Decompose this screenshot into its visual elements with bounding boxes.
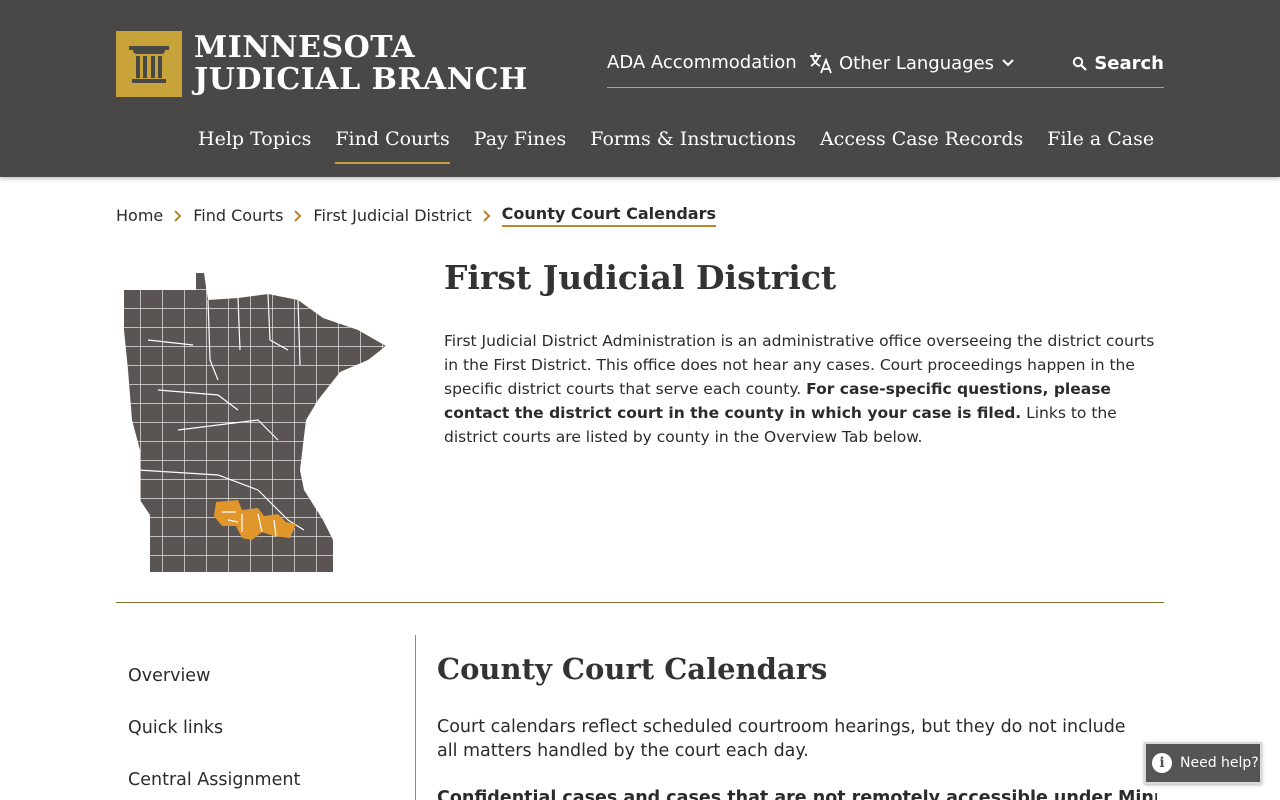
breadcrumb-first-judicial-district[interactable]: First Judicial District <box>313 206 471 225</box>
side-nav-quick-links[interactable]: Quick links <box>128 718 223 738</box>
search-label: Search <box>1094 53 1164 74</box>
utility-bar: ADA Accommodation Other Languages Search <box>607 50 1164 88</box>
nav-find-courts[interactable]: Find Courts <box>335 126 449 164</box>
district-map <box>118 270 398 575</box>
need-help-label: Need help? <box>1180 755 1259 771</box>
logo-line-2: JUDICIAL BRANCH <box>194 64 528 96</box>
chevron-right-icon <box>293 209 303 223</box>
district-title: First Judicial District <box>444 258 836 297</box>
other-languages-label: Other Languages <box>839 53 994 74</box>
side-nav-central-assignment[interactable]: Central Assignment <box>128 770 300 790</box>
info-icon: i <box>1152 753 1172 773</box>
section-bold-notice: Confidential cases and cases that are no… <box>437 786 1157 800</box>
ada-accommodation-link[interactable]: ADA Accommodation <box>607 52 797 73</box>
courthouse-logo-icon <box>116 31 182 97</box>
chevron-right-icon <box>173 209 183 223</box>
minnesota-map-image <box>118 270 398 575</box>
search-button[interactable]: Search <box>1072 53 1164 74</box>
search-icon <box>1072 56 1088 72</box>
section-description: Court calendars reflect scheduled courtr… <box>437 715 1137 763</box>
breadcrumb-current-page: County Court Calendars <box>502 204 716 227</box>
logo-line-1: MINNESOTA <box>194 32 528 64</box>
nav-help-topics[interactable]: Help Topics <box>198 126 311 164</box>
logo-wordmark: MINNESOTA JUDICIAL BRANCH <box>194 32 528 96</box>
chevron-right-icon <box>482 209 492 223</box>
side-navigation: Overview Quick links Central Assignment <box>116 635 416 800</box>
main-navigation: Help Topics Find Courts Pay Fines Forms … <box>198 126 1178 164</box>
translate-icon <box>809 52 833 74</box>
nav-pay-fines[interactable]: Pay Fines <box>474 126 567 164</box>
chevron-down-icon <box>1000 57 1016 69</box>
section-divider <box>116 602 1164 603</box>
site-header: MINNESOTA JUDICIAL BRANCH ADA Accommodat… <box>0 0 1280 177</box>
nav-file-a-case[interactable]: File a Case <box>1047 126 1154 164</box>
district-description: First Judicial District Administration i… <box>444 329 1164 449</box>
section-title: County Court Calendars <box>437 652 827 686</box>
breadcrumb: Home Find Courts First Judicial District… <box>116 204 716 227</box>
nav-access-case-records[interactable]: Access Case Records <box>820 126 1023 164</box>
breadcrumb-find-courts[interactable]: Find Courts <box>193 206 283 225</box>
nav-forms-instructions[interactable]: Forms & Instructions <box>590 126 796 164</box>
other-languages-dropdown[interactable]: Other Languages <box>809 52 1022 74</box>
side-nav-overview[interactable]: Overview <box>128 666 210 686</box>
site-logo[interactable]: MINNESOTA JUDICIAL BRANCH <box>116 31 528 97</box>
need-help-button[interactable]: i Need help? <box>1144 742 1262 784</box>
breadcrumb-home[interactable]: Home <box>116 206 163 225</box>
